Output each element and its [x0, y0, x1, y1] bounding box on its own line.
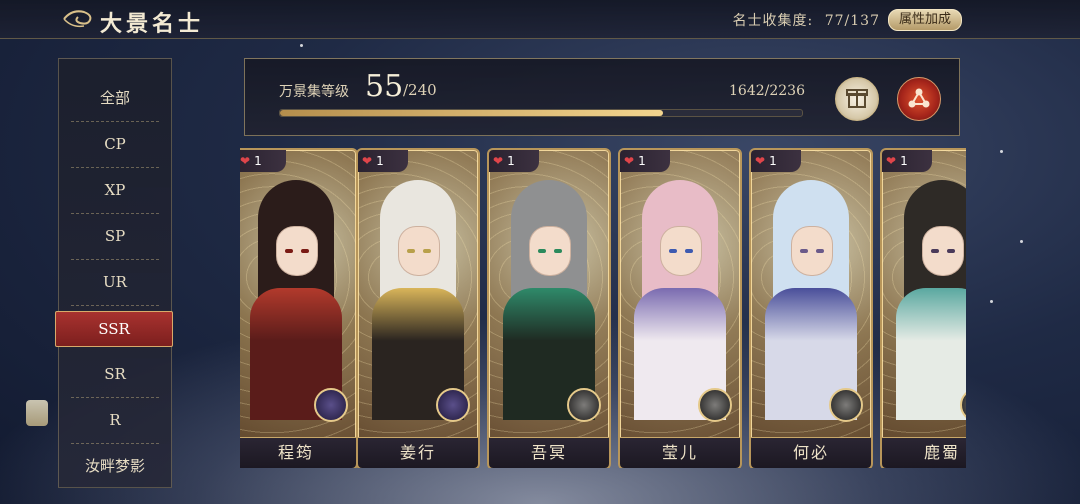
menu-item-ur[interactable]: UR: [71, 259, 159, 306]
character-card[interactable]: ❤ 1 何必: [749, 148, 873, 468]
character-eye: [423, 249, 431, 253]
faction-emblem-icon: [829, 388, 863, 422]
character-eye: [931, 249, 939, 253]
character-eye: [407, 249, 415, 253]
character-face: [660, 226, 702, 276]
character-face: [791, 226, 833, 276]
menu-item-ssr[interactable]: SSR: [55, 311, 173, 347]
character-eye: [301, 249, 309, 253]
share-icon: [908, 88, 930, 108]
character-name: 莹儿: [620, 437, 740, 468]
character-card[interactable]: ❤ 1 程筠: [240, 148, 358, 468]
menu-item-r[interactable]: R: [71, 397, 159, 444]
character-face: [398, 226, 440, 276]
affection-count: 1: [638, 154, 646, 168]
character-portrait: [634, 180, 726, 420]
character-eye: [538, 249, 546, 253]
star-sparkle: [990, 300, 993, 303]
affection-badge: ❤ 1: [358, 150, 408, 172]
faction-emblem-icon: [314, 388, 348, 422]
character-card[interactable]: ❤ 1 吾冥: [487, 148, 611, 468]
character-card[interactable]: ❤ 1 莹儿: [618, 148, 742, 468]
character-portrait: [250, 180, 342, 420]
level-points: 1642/2236: [729, 83, 805, 99]
affection-badge: ❤ 1: [240, 150, 286, 172]
level-progress-bar: [279, 109, 803, 117]
character-eye: [800, 249, 808, 253]
gift-box-icon: [846, 89, 868, 108]
collection-level-panel: 万景集等级 55 /240 1642/2236: [244, 58, 960, 136]
level-max: /240: [403, 81, 437, 99]
character-portrait: [503, 180, 595, 420]
share-button[interactable]: [897, 77, 941, 121]
character-face: [276, 226, 318, 276]
character-name: 鹿蜀: [882, 437, 966, 468]
heart-icon: ❤: [755, 154, 766, 168]
collection-progress: 名士收集度: 77/137: [733, 10, 880, 30]
menu-item-dream[interactable]: 汝畔梦影: [71, 443, 159, 489]
menu-item-sp[interactable]: SP: [71, 213, 159, 260]
character-card[interactable]: ❤ 1 鹿蜀: [880, 148, 966, 468]
character-card-list: ❤ 1 程筠 ❤ 1 姜行 ❤ 1 吾冥 ❤ 1 莹儿 ❤ 1 何必 ❤ 1 鹿…: [240, 148, 966, 468]
character-name: 何必: [751, 437, 871, 468]
level-progress-fill: [280, 110, 664, 116]
collection-label: 名士收集度:: [732, 13, 814, 29]
character-eye: [669, 249, 677, 253]
affection-badge: ❤ 1: [882, 150, 932, 172]
affection-count: 1: [507, 154, 515, 168]
affection-count: 1: [900, 154, 908, 168]
star-sparkle: [1000, 150, 1003, 153]
character-eye: [554, 249, 562, 253]
back-ornament-icon[interactable]: [60, 6, 96, 32]
level-label: 万景集等级: [279, 84, 349, 100]
heart-icon: ❤: [886, 154, 897, 168]
menu-item-xp[interactable]: XP: [71, 167, 159, 214]
top-bar: 大景名士 名士收集度: 77/137 属性加成: [0, 0, 1080, 39]
menu-item-cp[interactable]: CP: [71, 121, 159, 168]
affection-count: 1: [376, 154, 384, 168]
affection-count: 1: [769, 154, 777, 168]
character-portrait: [896, 180, 966, 420]
level-value: 55: [365, 69, 404, 104]
star-sparkle: [300, 44, 303, 47]
character-card[interactable]: ❤ 1 姜行: [356, 148, 480, 468]
attribute-bonus-button[interactable]: 属性加成: [887, 9, 962, 31]
affection-badge: ❤ 1: [489, 150, 539, 172]
menu-item-sr[interactable]: SR: [71, 351, 159, 398]
character-name: 吾冥: [489, 437, 609, 468]
rarity-filter-menu: 全部 CP XP SP UR SSR SR R 汝畔梦影: [55, 58, 173, 489]
character-face: [529, 226, 571, 276]
collection-value: 77/137: [824, 13, 880, 29]
character-eye: [285, 249, 293, 253]
character-eye: [947, 249, 955, 253]
character-eye: [816, 249, 824, 253]
affection-badge: ❤ 1: [620, 150, 670, 172]
star-sparkle: [1020, 240, 1023, 243]
heart-icon: ❤: [240, 154, 251, 168]
affection-count: 1: [254, 154, 262, 168]
gift-button[interactable]: [835, 77, 879, 121]
faction-emblem-icon: [567, 388, 601, 422]
character-eye: [685, 249, 693, 253]
page-title: 大景名士: [100, 11, 205, 37]
heart-icon: ❤: [624, 154, 635, 168]
menu-item-all[interactable]: 全部: [71, 75, 159, 122]
character-name: 姜行: [358, 437, 478, 468]
heart-icon: ❤: [362, 154, 373, 168]
decorative-cup: [26, 400, 48, 426]
faction-emblem-icon: [436, 388, 470, 422]
character-name: 程筠: [240, 437, 356, 468]
heart-icon: ❤: [493, 154, 504, 168]
character-portrait: [372, 180, 464, 420]
faction-emblem-icon: [698, 388, 732, 422]
character-portrait: [765, 180, 857, 420]
character-robe: [896, 288, 966, 420]
character-face: [922, 226, 964, 276]
affection-badge: ❤ 1: [751, 150, 801, 172]
